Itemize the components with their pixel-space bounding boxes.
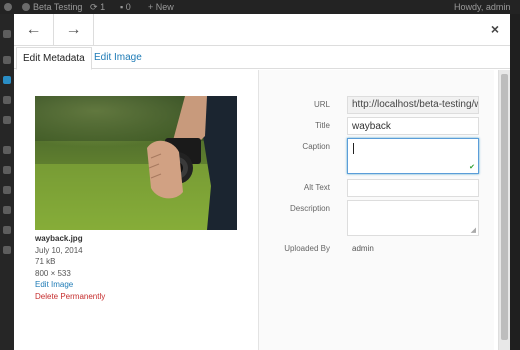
caption-field[interactable]: ✔ [347,138,479,174]
next-attachment-button[interactable]: → [54,14,94,46]
title-field[interactable] [347,117,479,135]
tools-icon[interactable] [3,206,11,214]
description-label: Description [289,204,330,213]
modal-content: wayback.jpg July 10, 2014 71 kB 800 × 53… [14,70,510,350]
attachment-settings-pane: URL http://localhost/beta-testing/w Titl… [259,70,494,350]
plugins-icon[interactable] [3,166,11,174]
comments-icon: ▪ [120,2,124,12]
tab-edit-metadata[interactable]: Edit Metadata [16,47,92,70]
file-size: 71 kB [35,257,56,266]
settings-icon[interactable] [3,226,11,234]
new-label: New [155,2,174,12]
site-name-link[interactable]: Beta Testing [22,2,82,12]
comments-link[interactable]: ▪ 0 [120,2,131,12]
account-link[interactable]: Howdy, admin [454,2,510,12]
greeting: Howdy, admin [454,2,511,12]
modal-scrollbar[interactable] [498,70,510,350]
scrollbar-thumb[interactable] [501,74,508,340]
edit-image-link[interactable]: Edit Image [35,279,105,291]
attachment-details-modal: ← → × Edit Metadata Edit Image wayback.j… [14,14,510,350]
plus-icon: + [148,2,154,12]
image-dimensions: 800 × 533 [35,268,71,278]
site-name-label: Beta Testing [33,2,83,12]
home-icon [22,3,30,11]
admin-sidebar [0,14,14,350]
spellcheck-icon[interactable]: ✔ [469,163,475,171]
upload-date: July 10, 2014 [35,245,83,255]
updates-icon: ⟳ [90,2,98,12]
admin-bar: Beta Testing ⟳ 1 ▪ 0 + New Howdy, admin [0,0,520,14]
modal-tabs: Edit Metadata Edit Image [14,47,510,70]
uploaded-by-value: admin [352,244,374,253]
file-name: wayback.jpg [35,234,83,243]
posts-icon[interactable] [3,56,11,64]
file-info: wayback.jpg July 10, 2014 71 kB 800 × 53… [35,233,105,302]
uploaded-by-label: Uploaded By [284,244,330,253]
alt-text-label: Alt Text [303,183,330,192]
resize-handle-icon[interactable]: ◢ [471,226,476,234]
pages-icon[interactable] [3,96,11,104]
arrow-right-icon: → [65,21,82,38]
updates-count: 1 [100,2,106,12]
caption-label: Caption [302,142,330,151]
collapse-menu-icon[interactable] [3,246,11,254]
description-field[interactable]: ◢ [347,200,479,236]
appearance-icon[interactable] [3,146,11,154]
comments-count: 0 [125,2,131,12]
delete-permanently-link[interactable]: Delete Permanently [35,291,105,303]
previous-attachment-button[interactable]: ← [14,14,54,46]
attachment-preview-pane: wayback.jpg July 10, 2014 71 kB 800 × 53… [14,70,258,350]
attachment-thumbnail [35,96,237,230]
comments-menu-icon[interactable] [3,116,11,124]
wordpress-logo-icon[interactable] [4,2,15,12]
dashboard-icon[interactable] [3,30,11,38]
modal-header: ← → × [14,14,510,46]
url-label: URL [313,100,330,109]
close-icon[interactable]: × [488,21,502,37]
users-icon[interactable] [3,186,11,194]
url-field[interactable]: http://localhost/beta-testing/w [347,96,479,114]
arrow-left-icon: ← [25,21,42,38]
new-content-link[interactable]: + New [148,2,174,12]
title-label: Title [315,121,330,130]
updates-link[interactable]: ⟳ 1 [90,2,105,13]
media-icon[interactable] [3,76,11,84]
tab-edit-image[interactable]: Edit Image [88,47,148,70]
alt-text-field[interactable] [347,179,479,197]
text-cursor [353,143,354,154]
